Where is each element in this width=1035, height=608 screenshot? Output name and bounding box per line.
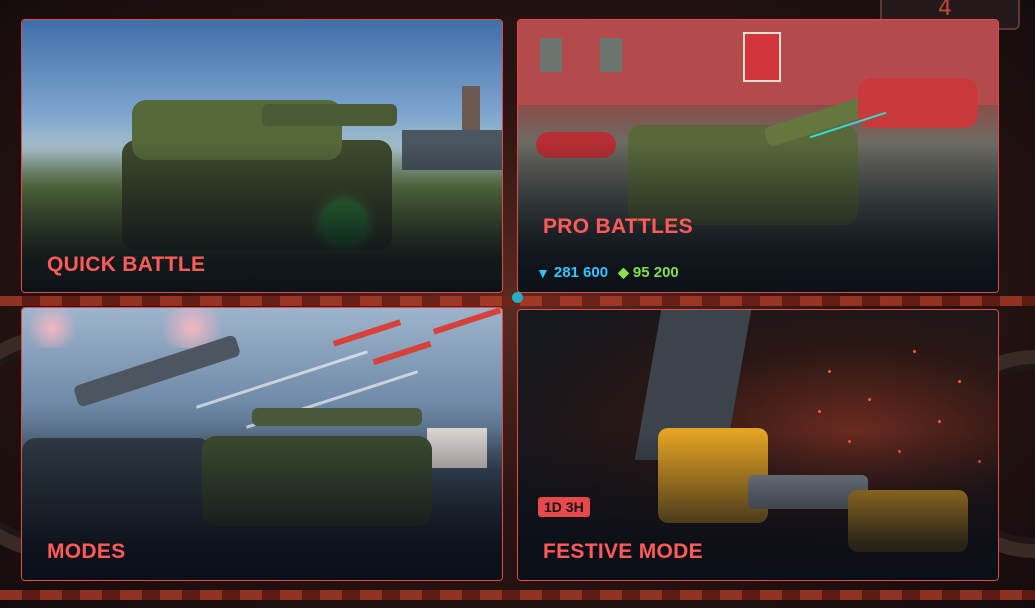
modes-card[interactable]: MODES xyxy=(21,307,503,581)
quick-battle-card[interactable]: QUICK BATTLE xyxy=(21,19,503,293)
pager-dot xyxy=(512,292,523,303)
crystal-icon: ▼ xyxy=(536,264,550,281)
festive-timer-badge: 1D 3H xyxy=(538,497,590,517)
crystal-price: ▼ 281 600 xyxy=(536,264,608,281)
tankoin-price: ◆ 95 200 xyxy=(618,264,679,281)
top-counter-value: 4 xyxy=(938,0,952,21)
tankoin-amount: 95 200 xyxy=(632,264,679,281)
pro-battles-title: PRO BATTLES xyxy=(543,215,693,238)
pro-battles-prices: ▼ 281 600 ◆ 95 200 xyxy=(536,264,679,281)
festive-mode-card[interactable]: 1D 3H FESTIVE MODE xyxy=(517,309,999,581)
modes-title: MODES xyxy=(47,540,126,563)
quick-battle-title: QUICK BATTLE xyxy=(47,253,206,276)
crystal-amount: 281 600 xyxy=(553,264,609,281)
festive-mode-title: FESTIVE MODE xyxy=(543,540,703,563)
tankoin-icon: ◆ xyxy=(618,264,629,280)
pro-battles-card[interactable]: PRO BATTLES ▼ 281 600 ◆ 95 200 xyxy=(517,19,999,293)
